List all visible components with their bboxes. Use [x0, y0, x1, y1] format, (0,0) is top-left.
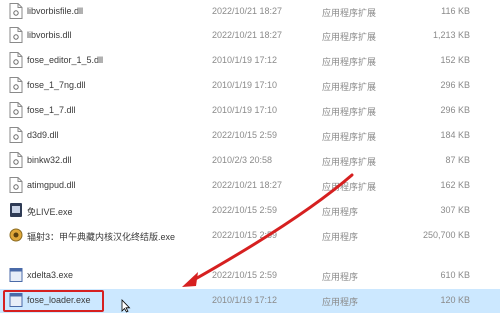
file-name: fose_editor_1_5.dll [27, 55, 104, 65]
file-name: 免LIVE.exe [27, 207, 73, 217]
dll-file-icon [9, 177, 23, 193]
file-name: fose_1_7.dll [27, 105, 76, 115]
game-exe-icon [9, 228, 23, 242]
file-name: xdelta3.exe [27, 270, 74, 280]
file-name: d3d9.dll [27, 130, 59, 140]
file-date: 2010/1/19 17:10 [212, 105, 278, 115]
mouse-cursor-icon [121, 299, 131, 313]
file-row[interactable]: fose_1_7.dll 2010/1/19 17:10 应用程序扩展 296 … [0, 99, 500, 123]
file-row[interactable]: 辐射3：甲午典藏内核汉化终结版.exe 2022/10/15 2:59 应用程序… [0, 224, 500, 248]
file-name: libvorbis.dll [27, 30, 72, 40]
file-size: 87 KB [445, 155, 470, 165]
file-row[interactable]: fose_1_7ng.dll 2010/1/19 17:10 应用程序扩展 29… [0, 74, 500, 98]
file-date: 2010/1/19 17:12 [212, 55, 278, 65]
file-date: 2022/10/21 18:27 [212, 180, 283, 190]
file-row[interactable]: libvorbisfile.dll 2022/10/21 18:27 应用程序扩… [0, 0, 500, 24]
file-name: fose_1_7ng.dll [27, 80, 86, 90]
file-size: 1,213 KB [432, 30, 470, 40]
file-size: 610 KB [440, 270, 470, 280]
file-row[interactable]: xdelta3.exe 2022/10/15 2:59 应用程序 610 KB [0, 264, 500, 288]
file-date: 2010/1/19 17:12 [212, 295, 278, 305]
file-type: 应用程序扩展 [322, 8, 377, 18]
file-type: 应用程序扩展 [322, 132, 377, 142]
file-date: 2022/10/15 2:59 [212, 205, 278, 215]
dll-file-icon [9, 3, 23, 19]
highlight-box [3, 290, 104, 312]
dll-file-icon [9, 152, 23, 168]
dll-file-icon [9, 127, 23, 143]
file-type: 应用程序 [322, 207, 359, 217]
file-row[interactable]: atimgpud.dll 2022/10/21 18:27 应用程序扩展 162… [0, 174, 500, 198]
file-type: 应用程序 [322, 232, 359, 242]
dll-file-icon [9, 102, 23, 118]
file-size: 120 KB [440, 295, 470, 305]
file-type: 应用程序 [322, 297, 359, 307]
file-date: 2022/10/15 2:59 [212, 230, 278, 240]
file-row[interactable]: libvorbis.dll 2022/10/21 18:27 应用程序扩展 1,… [0, 24, 500, 48]
dll-file-icon [9, 52, 23, 68]
file-row[interactable]: binkw32.dll 2010/2/3 20:58 应用程序扩展 87 KB [0, 149, 500, 173]
file-size: 162 KB [440, 180, 470, 190]
file-type: 应用程序扩展 [322, 157, 377, 167]
dll-file-icon [9, 27, 23, 43]
file-date: 2022/10/15 2:59 [212, 270, 278, 280]
file-date: 2010/1/19 17:10 [212, 80, 278, 90]
file-date: 2022/10/15 2:59 [212, 130, 278, 140]
file-date: 2022/10/21 18:27 [212, 30, 283, 40]
exe-icon [9, 268, 23, 282]
file-size: 296 KB [440, 80, 470, 90]
file-type: 应用程序 [322, 272, 359, 282]
file-size: 307 KB [440, 205, 470, 215]
dll-file-icon [9, 77, 23, 93]
file-name: 辐射3：甲午典藏内核汉化终结版.exe [27, 232, 176, 242]
file-type: 应用程序扩展 [322, 32, 377, 42]
file-name: atimgpud.dll [27, 180, 76, 190]
file-row[interactable]: d3d9.dll 2022/10/15 2:59 应用程序扩展 184 KB [0, 124, 500, 148]
app-exe-icon [10, 203, 22, 217]
file-size: 152 KB [440, 55, 470, 65]
file-type: 应用程序扩展 [322, 107, 377, 117]
file-size: 296 KB [440, 105, 470, 115]
file-name: binkw32.dll [27, 155, 72, 165]
file-type: 应用程序扩展 [322, 182, 377, 192]
file-date: 2010/2/3 20:58 [212, 155, 273, 165]
file-date: 2022/10/21 18:27 [212, 6, 283, 16]
file-row[interactable]: fose_editor_1_5.dll 2010/1/19 17:12 应用程序… [0, 49, 500, 73]
file-name: libvorbisfile.dll [27, 6, 84, 16]
file-size: 250,700 KB [422, 230, 470, 240]
file-size: 184 KB [440, 130, 470, 140]
file-type: 应用程序扩展 [322, 57, 377, 67]
file-row[interactable]: 免LIVE.exe 2022/10/15 2:59 应用程序 307 KB [0, 199, 500, 223]
file-size: 116 KB [441, 6, 470, 16]
file-type: 应用程序扩展 [322, 82, 377, 92]
